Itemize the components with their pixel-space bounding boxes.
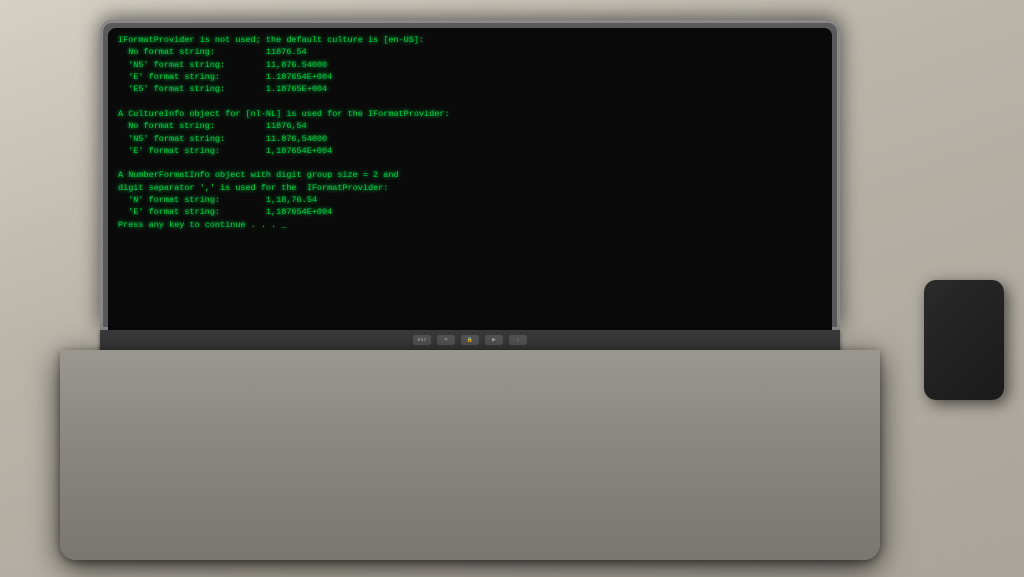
touchbar-brightness: ☀: [437, 335, 455, 345]
screen-lid: IFormatProvider is not used; the default…: [100, 20, 840, 330]
keyboard-base: ~ 1 2 3 4 5 6 7 8 9 0 - = delete: [60, 350, 880, 560]
black-device: [924, 280, 1004, 400]
touchbar: esc ☀ 🔒 ▶ ♪: [100, 330, 840, 350]
touchbar-vol: ♪: [509, 335, 527, 345]
screen-display: IFormatProvider is not used; the default…: [108, 28, 832, 330]
laptop: IFormatProvider is not used; the default…: [60, 20, 880, 560]
touchbar-media: ▶: [485, 335, 503, 345]
touchbar-esc: esc: [413, 335, 431, 345]
screen-bezel: IFormatProvider is not used; the default…: [108, 28, 832, 330]
scene: IFormatProvider is not used; the default…: [0, 0, 1024, 577]
touchbar-lock: 🔒: [461, 335, 479, 345]
terminal-output: IFormatProvider is not used; the default…: [118, 34, 826, 330]
